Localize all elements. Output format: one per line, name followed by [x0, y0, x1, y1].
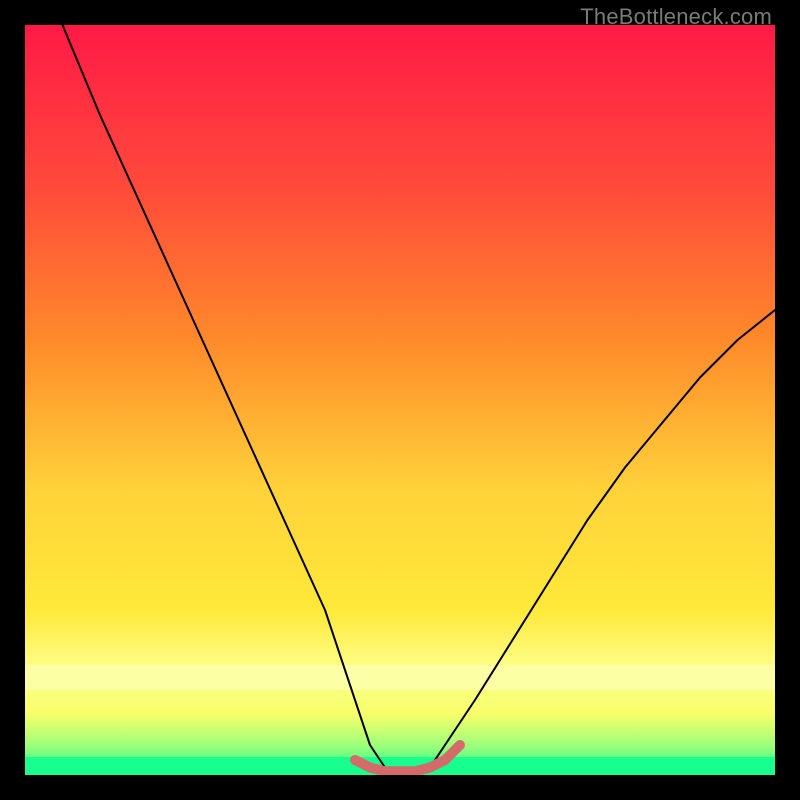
pale-yellow-band: [25, 665, 775, 690]
gradient-bg: [25, 25, 775, 775]
watermark-text: TheBottleneck.com: [580, 4, 772, 30]
chart-frame: TheBottleneck.com: [0, 0, 800, 800]
plot-area: [25, 25, 775, 775]
chart-svg: [25, 25, 775, 775]
